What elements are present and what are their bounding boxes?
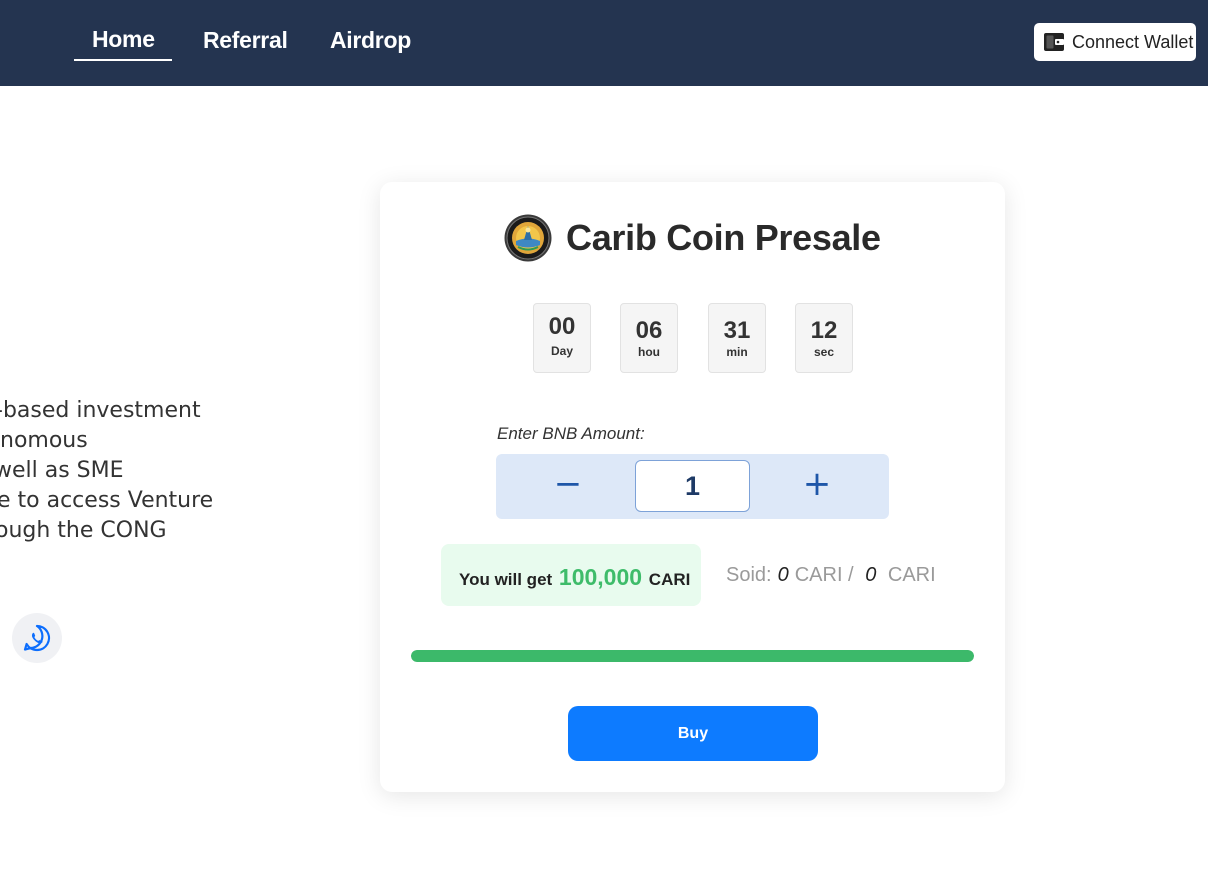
- whatsapp-button[interactable]: [12, 613, 62, 663]
- nav-home-link[interactable]: Home: [92, 26, 155, 53]
- intro-line: ough the CONG: [0, 518, 167, 543]
- presale-title: Carib Coin Presale: [566, 217, 881, 258]
- sold-counter: Soid: 0 CARI / 0 CARI: [726, 564, 936, 587]
- increase-amount-button[interactable]: +: [797, 462, 837, 510]
- countdown-days: 00 Day: [533, 303, 591, 373]
- sold-label: Soid:: [726, 564, 772, 586]
- intro-line: well as SME: [0, 458, 124, 483]
- presale-card: Carib Coin Presale 00 Day 06 hou 31 min …: [380, 182, 1005, 792]
- intro-line: e to access Venture: [0, 488, 214, 513]
- wallet-icon: [1044, 33, 1064, 51]
- countdown-minutes: 31 min: [708, 303, 766, 373]
- bnb-amount-stepper: − +: [496, 454, 889, 519]
- sold-unit: CARI /: [794, 564, 854, 586]
- intro-line: -based investment: [0, 398, 201, 423]
- receive-amount: 100,000: [558, 564, 643, 590]
- countdown-unit: min: [726, 345, 748, 359]
- countdown-value: 00: [548, 313, 576, 340]
- top-navbar: Home Referral Airdrop Connect Wallet: [0, 0, 1208, 86]
- countdown-unit: sec: [813, 345, 835, 359]
- carib-coin-logo: [504, 214, 552, 262]
- receive-prefix: You will get: [459, 570, 553, 589]
- countdown-value: 06: [635, 317, 663, 344]
- receive-estimate-box: You will get 100,000 CARI: [441, 544, 701, 606]
- sold-value: 0: [777, 564, 789, 586]
- countdown-unit: hou: [638, 345, 660, 359]
- countdown-value: 12: [810, 317, 838, 344]
- intro-line: nomous: [0, 428, 88, 453]
- connect-wallet-button[interactable]: Connect Wallet: [1034, 23, 1196, 61]
- receive-estimate-text: You will get 100,000 CARI: [459, 564, 690, 591]
- presale-progress-bar: [411, 650, 974, 662]
- nav-airdrop-link[interactable]: Airdrop: [330, 27, 411, 54]
- decrease-amount-button[interactable]: −: [548, 462, 588, 510]
- bnb-amount-input[interactable]: [635, 460, 750, 512]
- receive-unit: CARI: [648, 570, 691, 589]
- nav-active-underline: [74, 59, 172, 61]
- connect-wallet-label: Connect Wallet: [1072, 32, 1194, 52]
- buy-button[interactable]: Buy: [568, 706, 818, 761]
- total-value: 0: [865, 564, 877, 586]
- countdown-hours: 06 hou: [620, 303, 678, 373]
- countdown-seconds: 12 sec: [795, 303, 853, 373]
- presale-progress-fill: [411, 650, 974, 662]
- countdown-value: 31: [723, 317, 751, 344]
- countdown-unit: Day: [550, 344, 573, 358]
- bnb-amount-label: Enter BNB Amount:: [497, 424, 645, 443]
- intro-text: -based investment nomous well as SME e t…: [0, 396, 240, 546]
- nav-referral-link[interactable]: Referral: [203, 27, 288, 54]
- total-unit: CARI: [887, 564, 936, 586]
- whatsapp-icon: [23, 624, 51, 652]
